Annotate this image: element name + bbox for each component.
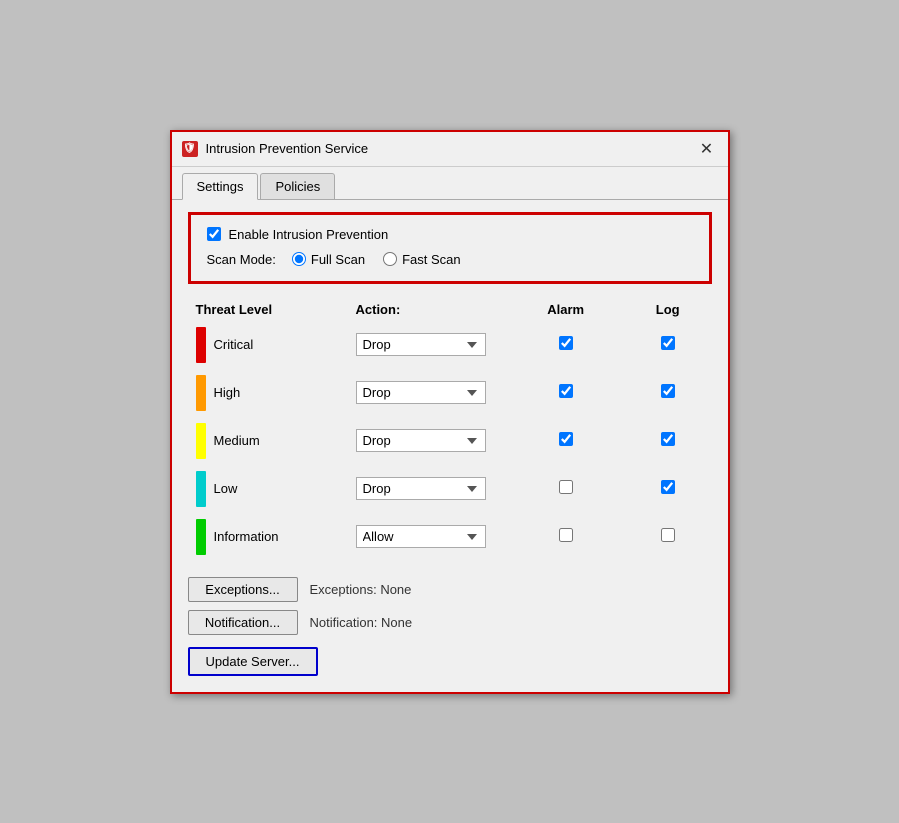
update-server-row: Update Server... bbox=[188, 647, 712, 676]
log-checkbox-critical[interactable] bbox=[661, 336, 675, 350]
alarm-checkbox-critical[interactable] bbox=[559, 336, 573, 350]
window-title: Intrusion Prevention Service bbox=[206, 141, 369, 156]
log-checkbox-medium[interactable] bbox=[661, 432, 675, 446]
action-cell-high: DropAllowResetPermit bbox=[348, 369, 508, 417]
color-bar-medium bbox=[196, 423, 206, 459]
title-bar: 🛡 Intrusion Prevention Service ✕ bbox=[172, 132, 728, 167]
action-select-information[interactable]: DropAllowResetPermit bbox=[356, 525, 486, 548]
threat-level-cell-critical: Critical bbox=[188, 321, 348, 369]
threat-level-cell-medium: Medium bbox=[188, 417, 348, 465]
alarm-cell-low bbox=[508, 465, 624, 513]
table-row: Critical DropAllowResetPermit bbox=[188, 321, 712, 369]
table-row: High DropAllowResetPermit bbox=[188, 369, 712, 417]
action-cell-medium: DropAllowResetPermit bbox=[348, 417, 508, 465]
threat-name-medium: Medium bbox=[214, 433, 260, 448]
scan-mode-label: Scan Mode: bbox=[207, 252, 276, 267]
threat-level-cell-high: High bbox=[188, 369, 348, 417]
threat-name-information: Information bbox=[214, 529, 279, 544]
alarm-cell-information bbox=[508, 513, 624, 561]
enable-intrusion-label: Enable Intrusion Prevention bbox=[229, 227, 389, 242]
action-select-critical[interactable]: DropAllowResetPermit bbox=[356, 333, 486, 356]
notification-button[interactable]: Notification... bbox=[188, 610, 298, 635]
log-cell-low bbox=[624, 465, 712, 513]
threat-level-cell-low: Low bbox=[188, 465, 348, 513]
log-cell-high bbox=[624, 369, 712, 417]
action-select-high[interactable]: DropAllowResetPermit bbox=[356, 381, 486, 404]
main-window: 🛡 Intrusion Prevention Service ✕ Setting… bbox=[170, 130, 730, 694]
full-scan-option[interactable]: Full Scan bbox=[292, 252, 365, 267]
action-cell-critical: DropAllowResetPermit bbox=[348, 321, 508, 369]
alarm-checkbox-low[interactable] bbox=[559, 480, 573, 494]
enable-intrusion-checkbox[interactable] bbox=[207, 227, 221, 241]
table-row: Information DropAllowResetPermit bbox=[188, 513, 712, 561]
table-row: Medium DropAllowResetPermit bbox=[188, 417, 712, 465]
full-scan-radio[interactable] bbox=[292, 252, 306, 266]
fast-scan-label: Fast Scan bbox=[402, 252, 461, 267]
alarm-checkbox-high[interactable] bbox=[559, 384, 573, 398]
col-alarm: Alarm bbox=[508, 298, 624, 321]
full-scan-label: Full Scan bbox=[311, 252, 365, 267]
tab-bar: Settings Policies bbox=[172, 167, 728, 199]
color-bar-critical bbox=[196, 327, 206, 363]
col-log: Log bbox=[624, 298, 712, 321]
color-bar-low bbox=[196, 471, 206, 507]
radio-group: Full Scan Fast Scan bbox=[292, 252, 461, 267]
alarm-checkbox-medium[interactable] bbox=[559, 432, 573, 446]
table-row: Low DropAllowResetPermit bbox=[188, 465, 712, 513]
log-cell-critical bbox=[624, 321, 712, 369]
tab-settings[interactable]: Settings bbox=[182, 173, 259, 200]
enable-section: Enable Intrusion Prevention Scan Mode: F… bbox=[188, 212, 712, 284]
alarm-cell-medium bbox=[508, 417, 624, 465]
alarm-cell-critical bbox=[508, 321, 624, 369]
scan-mode-row: Scan Mode: Full Scan Fast Scan bbox=[207, 252, 693, 267]
log-cell-medium bbox=[624, 417, 712, 465]
content-area: Enable Intrusion Prevention Scan Mode: F… bbox=[172, 199, 728, 692]
col-threat-level: Threat Level bbox=[188, 298, 348, 321]
exceptions-status: Exceptions: None bbox=[310, 582, 412, 597]
exceptions-row: Exceptions... Exceptions: None bbox=[188, 577, 712, 602]
threat-name-low: Low bbox=[214, 481, 238, 496]
enable-row: Enable Intrusion Prevention bbox=[207, 227, 693, 242]
action-cell-information: DropAllowResetPermit bbox=[348, 513, 508, 561]
app-icon: 🛡 bbox=[182, 141, 198, 157]
title-bar-left: 🛡 Intrusion Prevention Service bbox=[182, 141, 369, 157]
threat-name-critical: Critical bbox=[214, 337, 254, 352]
fast-scan-radio[interactable] bbox=[383, 252, 397, 266]
fast-scan-option[interactable]: Fast Scan bbox=[383, 252, 461, 267]
threat-name-high: High bbox=[214, 385, 241, 400]
tab-policies[interactable]: Policies bbox=[260, 173, 335, 199]
action-select-medium[interactable]: DropAllowResetPermit bbox=[356, 429, 486, 452]
color-bar-information bbox=[196, 519, 206, 555]
log-cell-information bbox=[624, 513, 712, 561]
col-action: Action: bbox=[348, 298, 508, 321]
update-server-button[interactable]: Update Server... bbox=[188, 647, 318, 676]
action-cell-low: DropAllowResetPermit bbox=[348, 465, 508, 513]
color-bar-high bbox=[196, 375, 206, 411]
log-checkbox-high[interactable] bbox=[661, 384, 675, 398]
exceptions-button[interactable]: Exceptions... bbox=[188, 577, 298, 602]
alarm-cell-high bbox=[508, 369, 624, 417]
close-button[interactable]: ✕ bbox=[696, 138, 718, 160]
log-checkbox-low[interactable] bbox=[661, 480, 675, 494]
notification-row: Notification... Notification: None bbox=[188, 610, 712, 635]
log-checkbox-information[interactable] bbox=[661, 528, 675, 542]
notification-status: Notification: None bbox=[310, 615, 413, 630]
threat-table: Threat Level Action: Alarm Log Critical … bbox=[188, 298, 712, 561]
alarm-checkbox-information[interactable] bbox=[559, 528, 573, 542]
bottom-buttons: Exceptions... Exceptions: None Notificat… bbox=[188, 577, 712, 635]
threat-level-cell-information: Information bbox=[188, 513, 348, 561]
action-select-low[interactable]: DropAllowResetPermit bbox=[356, 477, 486, 500]
